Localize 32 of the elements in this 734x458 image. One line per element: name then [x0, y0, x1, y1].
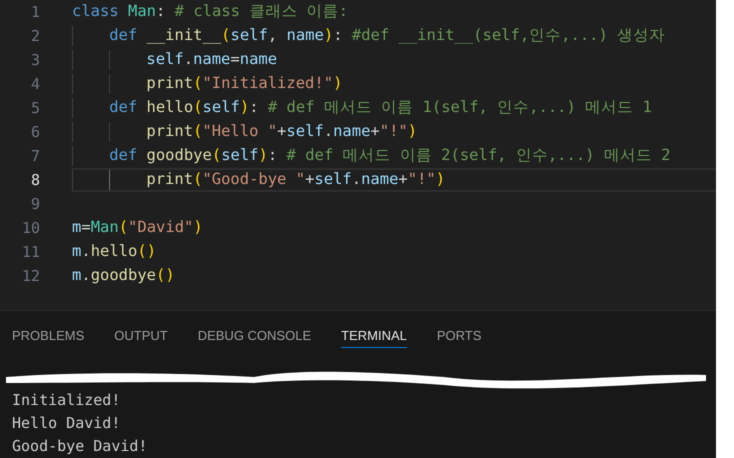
terminal-output-line: Good-bye David!	[12, 436, 148, 457]
panel-tab[interactable]: OUTPUT	[114, 324, 168, 348]
line-number: 10	[20, 218, 40, 239]
code-line: print("Initialized!")	[146, 73, 342, 94]
line-number: 8	[30, 170, 40, 191]
line-number: 4	[30, 74, 40, 95]
panel-tab[interactable]: TERMINAL	[341, 324, 407, 348]
code-line: def __init__(self, name): #def __init__(self,인수,...) 생성자	[109, 25, 666, 46]
line-number: 7	[30, 146, 40, 167]
terminal-output-line: Initialized!	[12, 390, 122, 411]
line-number: 9	[30, 194, 40, 215]
line-number: 12	[20, 266, 40, 287]
code-editor[interactable]	[0, 0, 716, 310]
line-number: 1	[30, 2, 40, 23]
panel-tab[interactable]: DEBUG CONSOLE	[198, 324, 312, 348]
code-line: def hello(self): # def 메서드 이름 1(self, 인수,...) 메서드 1	[109, 97, 652, 118]
line-number: 3	[30, 50, 40, 71]
code-line: m.hello()	[72, 241, 156, 262]
terminal-output-line: Hello David!	[12, 413, 122, 434]
line-number: 11	[20, 242, 40, 263]
code-line: def goodbye(self): # def 메서드 이름 2(self, 인수,...) 메서드 2	[109, 145, 670, 166]
code-line: m=Man("David")	[72, 217, 203, 238]
line-number: 2	[30, 26, 40, 47]
line-number: 6	[30, 122, 40, 143]
code-line: print("Hello "+self.name+"!")	[146, 121, 418, 142]
panel-tab[interactable]: PROBLEMS	[12, 324, 84, 348]
code-line: self.name=name	[146, 49, 278, 70]
code-line: print("Good-bye "+self.name+"!")	[146, 169, 446, 190]
panel-tab[interactable]: PORTS	[436, 324, 482, 348]
code-line: m.goodbye()	[72, 265, 175, 286]
line-number: 5	[30, 98, 40, 119]
code-line: class Man: # class 클래스 이름:	[72, 1, 348, 22]
